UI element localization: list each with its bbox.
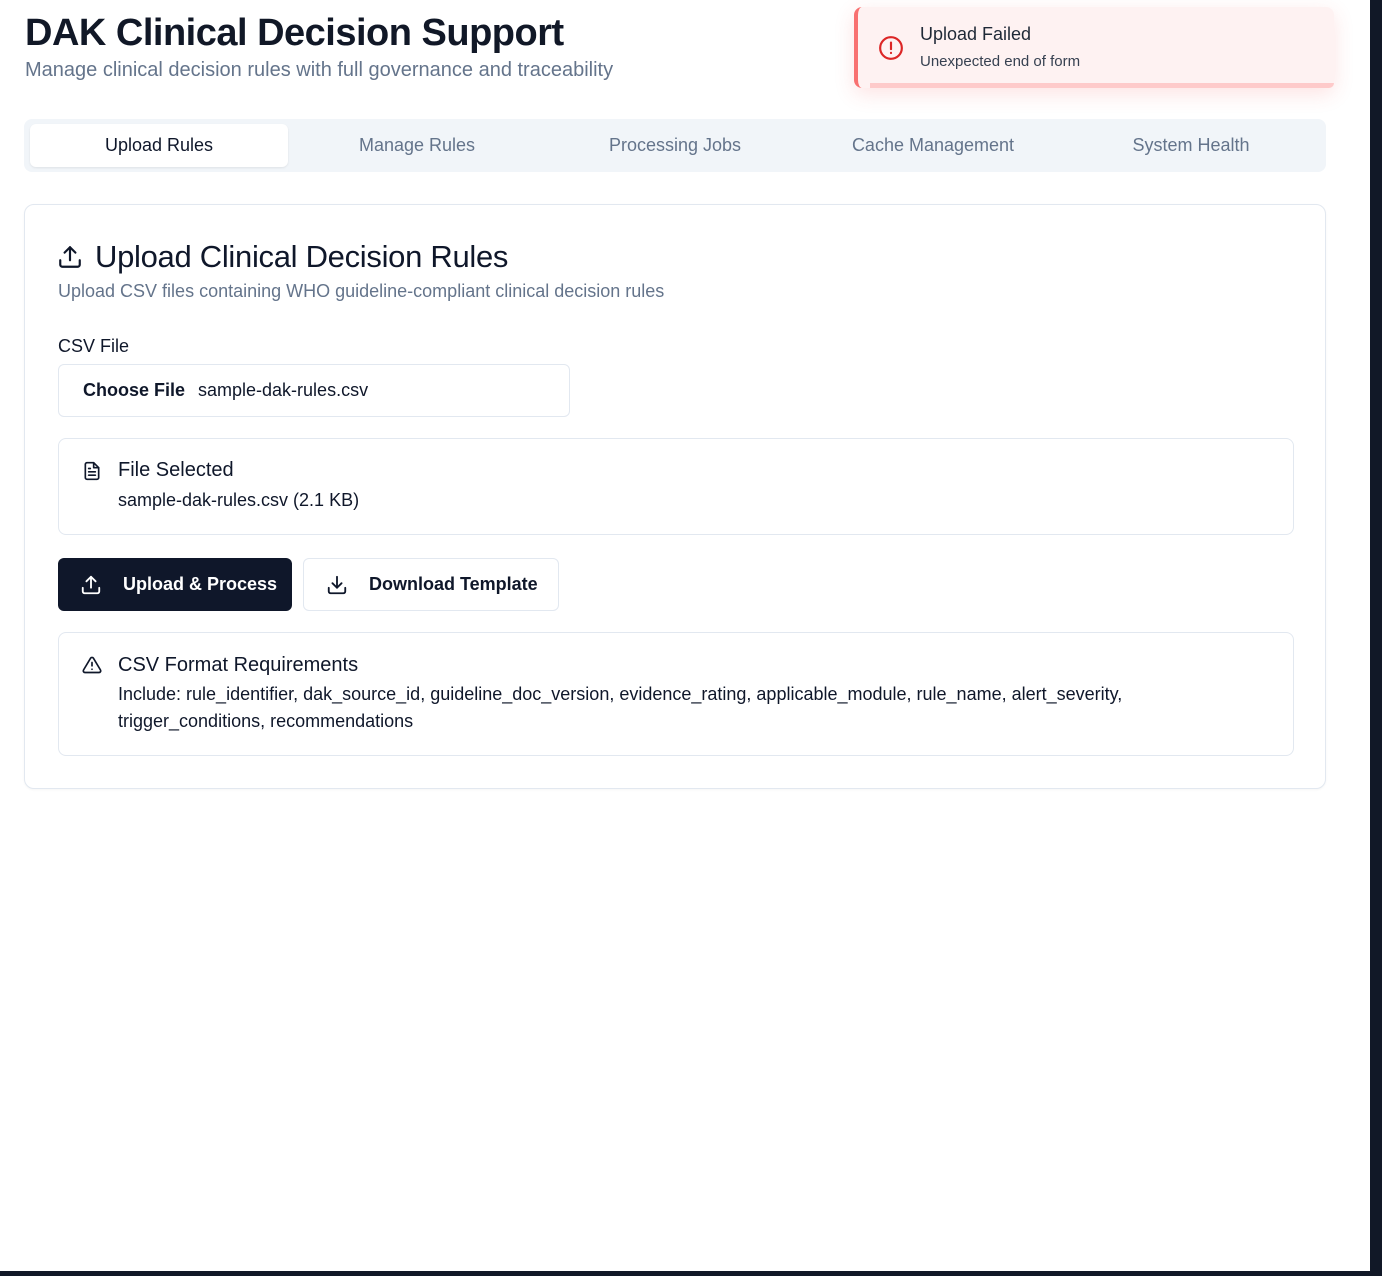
csv-requirements-panel: CSV Format Requirements Include: rule_id… <box>58 632 1294 756</box>
app-page: DAK Clinical Decision Support Manage cli… <box>0 0 1370 1271</box>
csv-file-input[interactable]: Choose File sample-dak-rules.csv <box>58 364 570 417</box>
page-title: DAK Clinical Decision Support <box>25 12 564 54</box>
card-title: Upload Clinical Decision Rules <box>57 239 508 275</box>
tab-system-health[interactable]: System Health <box>1062 124 1320 167</box>
file-text-icon <box>82 461 102 481</box>
card-heading: Upload Clinical Decision Rules <box>95 239 509 274</box>
toast-progress-bar <box>870 83 1334 88</box>
choose-file-button[interactable]: Choose File <box>83 380 185 401</box>
upload-card: Upload Clinical Decision Rules Upload CS… <box>24 204 1326 789</box>
warning-triangle-icon <box>82 655 102 675</box>
chosen-file-name: sample-dak-rules.csv <box>198 380 369 400</box>
window-edge-right <box>1370 0 1382 1276</box>
page-header: DAK Clinical Decision Support Manage cli… <box>25 10 613 82</box>
tab-manage-rules[interactable]: Manage Rules <box>288 124 546 167</box>
toast-message: Unexpected end of form <box>920 53 1081 70</box>
file-selected-title: File Selected <box>118 459 234 481</box>
page-subtitle: Manage clinical decision rules with full… <box>25 59 614 81</box>
tab-upload-rules[interactable]: Upload Rules <box>30 124 288 167</box>
download-icon <box>326 574 348 596</box>
csv-file-label: CSV File <box>58 336 130 356</box>
card-description: Upload CSV files containing WHO guidelin… <box>58 281 665 301</box>
main-tabs: Upload Rules Manage Rules Processing Job… <box>24 119 1326 172</box>
toast-title: Upload Failed <box>920 24 1032 44</box>
tab-processing-jobs[interactable]: Processing Jobs <box>546 124 804 167</box>
requirements-detail: Include: rule_identifier, dak_source_id,… <box>118 684 1123 731</box>
error-toast[interactable]: Upload Failed Unexpected end of form <box>854 7 1334 88</box>
file-selected-panel: File Selected sample-dak-rules.csv (2.1 … <box>58 438 1294 535</box>
upload-icon <box>80 574 102 596</box>
upload-process-button[interactable]: Upload & Process <box>58 558 292 611</box>
alert-circle-icon <box>878 35 904 61</box>
download-template-label: Download Template <box>369 574 538 594</box>
requirements-title: CSV Format Requirements <box>118 654 359 676</box>
upload-icon <box>57 244 83 270</box>
upload-process-label: Upload & Process <box>123 574 278 594</box>
file-selected-detail: sample-dak-rules.csv (2.1 KB) <box>118 490 360 510</box>
download-template-button[interactable]: Download Template <box>303 558 559 611</box>
tab-cache-management[interactable]: Cache Management <box>804 124 1062 167</box>
window-edge-bottom <box>0 1271 1382 1276</box>
